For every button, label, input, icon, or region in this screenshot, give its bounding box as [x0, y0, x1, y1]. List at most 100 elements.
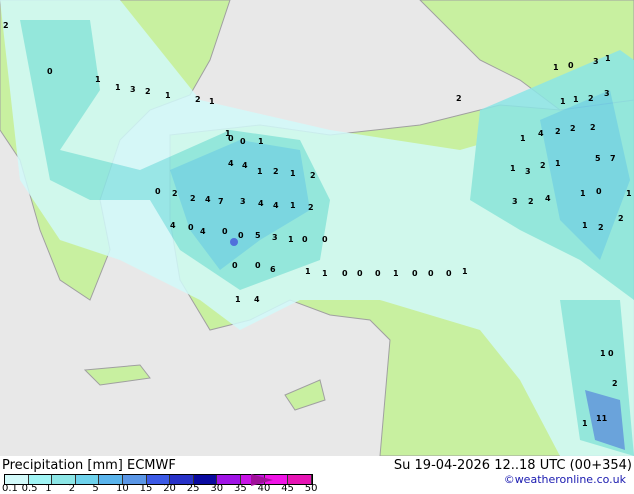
precip-value-label: 1 — [95, 75, 101, 84]
precip-value-label: 2 — [190, 194, 196, 203]
precip-value-label: 1 — [290, 169, 296, 178]
land-crete — [83, 364, 151, 386]
scale-tick-label: 30 — [210, 483, 224, 494]
precip-value-label: 0 — [568, 61, 574, 70]
precip-value-label: 4 — [200, 227, 206, 236]
precip-value-label: 1 — [115, 83, 121, 92]
precip-value-label: 4 — [273, 201, 279, 210]
scale-tick-label: 0.5 — [21, 483, 38, 494]
precip-value-label: 11 — [596, 414, 608, 423]
precip-value-label: 0 — [47, 67, 53, 76]
scale-ticks: 0.1 0.5 1 2 5 10 15 20 25 30 35 40 45 50 — [0, 483, 340, 494]
precip-value-label: 0 — [342, 269, 348, 278]
precip-value-label: 3 — [593, 57, 599, 66]
scale-tick-label: 40 — [257, 483, 271, 494]
precip-value-label: 7 — [218, 197, 224, 206]
valid-time: Su 19-04-2026 12..18 UTC (00+354) — [393, 458, 632, 473]
scale-tick-label: 5 — [92, 483, 99, 494]
precip-value-label: 4 — [545, 194, 551, 203]
precip-value-label: 4 — [538, 129, 544, 138]
scale-tick-label: 15 — [139, 483, 153, 494]
precip-value-label: 0 — [255, 261, 261, 270]
map-shapes — [0, 0, 634, 456]
precip-value-label: 0 — [240, 137, 246, 146]
precip-value-label: 1 — [553, 63, 559, 72]
precip-value-label: 2 — [612, 379, 618, 388]
precip-value-label: 0 — [357, 269, 363, 278]
scale-tick-label: 0.1 — [2, 483, 18, 494]
precip-value-label: 2 — [598, 223, 604, 232]
precip-value-label: 4 — [228, 159, 234, 168]
precip-value-label: 1 — [600, 349, 606, 358]
precip-value-label: 2 — [540, 161, 546, 170]
map-title: Precipitation [mm] ECMWF — [2, 458, 176, 473]
precip-value-label: 0 — [228, 134, 234, 143]
precip-value-label: 1 — [573, 95, 579, 104]
precip-value-label: 3 — [525, 167, 531, 176]
precip-value-label: 3 — [240, 197, 246, 206]
precip-value-label: 2 — [456, 94, 462, 103]
precip-value-label: 1 — [322, 269, 328, 278]
precip-value-label: 0 — [238, 231, 244, 240]
precip-value-label: 1 — [257, 167, 263, 176]
precip-value-label: 0 — [322, 235, 328, 244]
precip-value-label: 5 — [595, 154, 601, 163]
precip-value-label: 1 — [393, 269, 399, 278]
precip-value-label: 1 — [510, 164, 516, 173]
precip-value-label: 6 — [270, 265, 276, 274]
legend-footer: Precipitation [mm] ECMWF Su 19-04-2026 1… — [0, 456, 634, 494]
precip-value-label: 0 — [412, 269, 418, 278]
precip-value-label: 4 — [170, 221, 176, 230]
precip-value-label: 1 — [209, 97, 215, 106]
precip-value-label: 2 — [195, 95, 201, 104]
precip-value-label: 1 — [288, 235, 294, 244]
precip-value-label: 1 — [626, 189, 632, 198]
precip-value-label: 2 — [588, 94, 594, 103]
precip-value-label: 7 — [610, 154, 616, 163]
precip-value-label: 2 — [308, 203, 314, 212]
scale-tick-label: 50 — [304, 483, 318, 494]
precipitation-map: 2011321211001441212022473441240400531000… — [0, 0, 634, 456]
precip-value-label: 1 — [258, 137, 264, 146]
precip-value-label: 2 — [570, 124, 576, 133]
precip-value-label: 0 — [375, 269, 381, 278]
precip-value-label: 4 — [254, 295, 260, 304]
precip-value-label: 0 — [302, 235, 308, 244]
precip-value-label: 2 — [590, 123, 596, 132]
precip-value-label: 0 — [596, 187, 602, 196]
scale-tick-label: 10 — [116, 483, 129, 494]
precip-value-label: 2 — [528, 197, 534, 206]
precip-value-label: 1 — [582, 221, 588, 230]
precip-value-label: 1 — [235, 295, 241, 304]
precip-value-label: 1 — [290, 201, 296, 210]
scale-tick-label: 45 — [281, 483, 294, 494]
scale-tick-label: 1 — [45, 483, 52, 494]
precip-value-label: 1 — [555, 159, 561, 168]
precip-value-label: 1 — [560, 97, 566, 106]
precip-value-label: 0 — [608, 349, 614, 358]
precip-value-label: 2 — [555, 127, 561, 136]
precip-value-label: 5 — [255, 231, 261, 240]
precip-value-label: 0 — [446, 269, 452, 278]
precip-value-label: 4 — [242, 161, 248, 170]
precip-value-label: 3 — [272, 233, 278, 242]
precip-value-label: 4 — [258, 199, 264, 208]
land-cyprus — [284, 379, 326, 411]
precip-value-label: 3 — [130, 85, 136, 94]
precip-value-label: 0 — [232, 261, 238, 270]
precip-value-label: 4 — [205, 195, 211, 204]
scale-tick-label: 35 — [234, 483, 247, 494]
precip-value-label: 2 — [310, 171, 316, 180]
precip-value-label: 1 — [605, 54, 611, 63]
precip-value-label: 2 — [3, 21, 9, 30]
precip-value-label: 1 — [520, 134, 526, 143]
credit-link[interactable]: ©weatheronline.co.uk — [504, 473, 626, 486]
precip-value-label: 0 — [188, 223, 194, 232]
precip-value-label: 1 — [582, 419, 588, 428]
precip-value-label: 2 — [145, 87, 151, 96]
precip-value-label: 2 — [273, 167, 279, 176]
scale-tick-label: 2 — [68, 483, 76, 494]
precip-value-label: 1 — [580, 189, 586, 198]
scale-tick-label: 20 — [163, 483, 176, 494]
precip-value-label: 3 — [512, 197, 518, 206]
